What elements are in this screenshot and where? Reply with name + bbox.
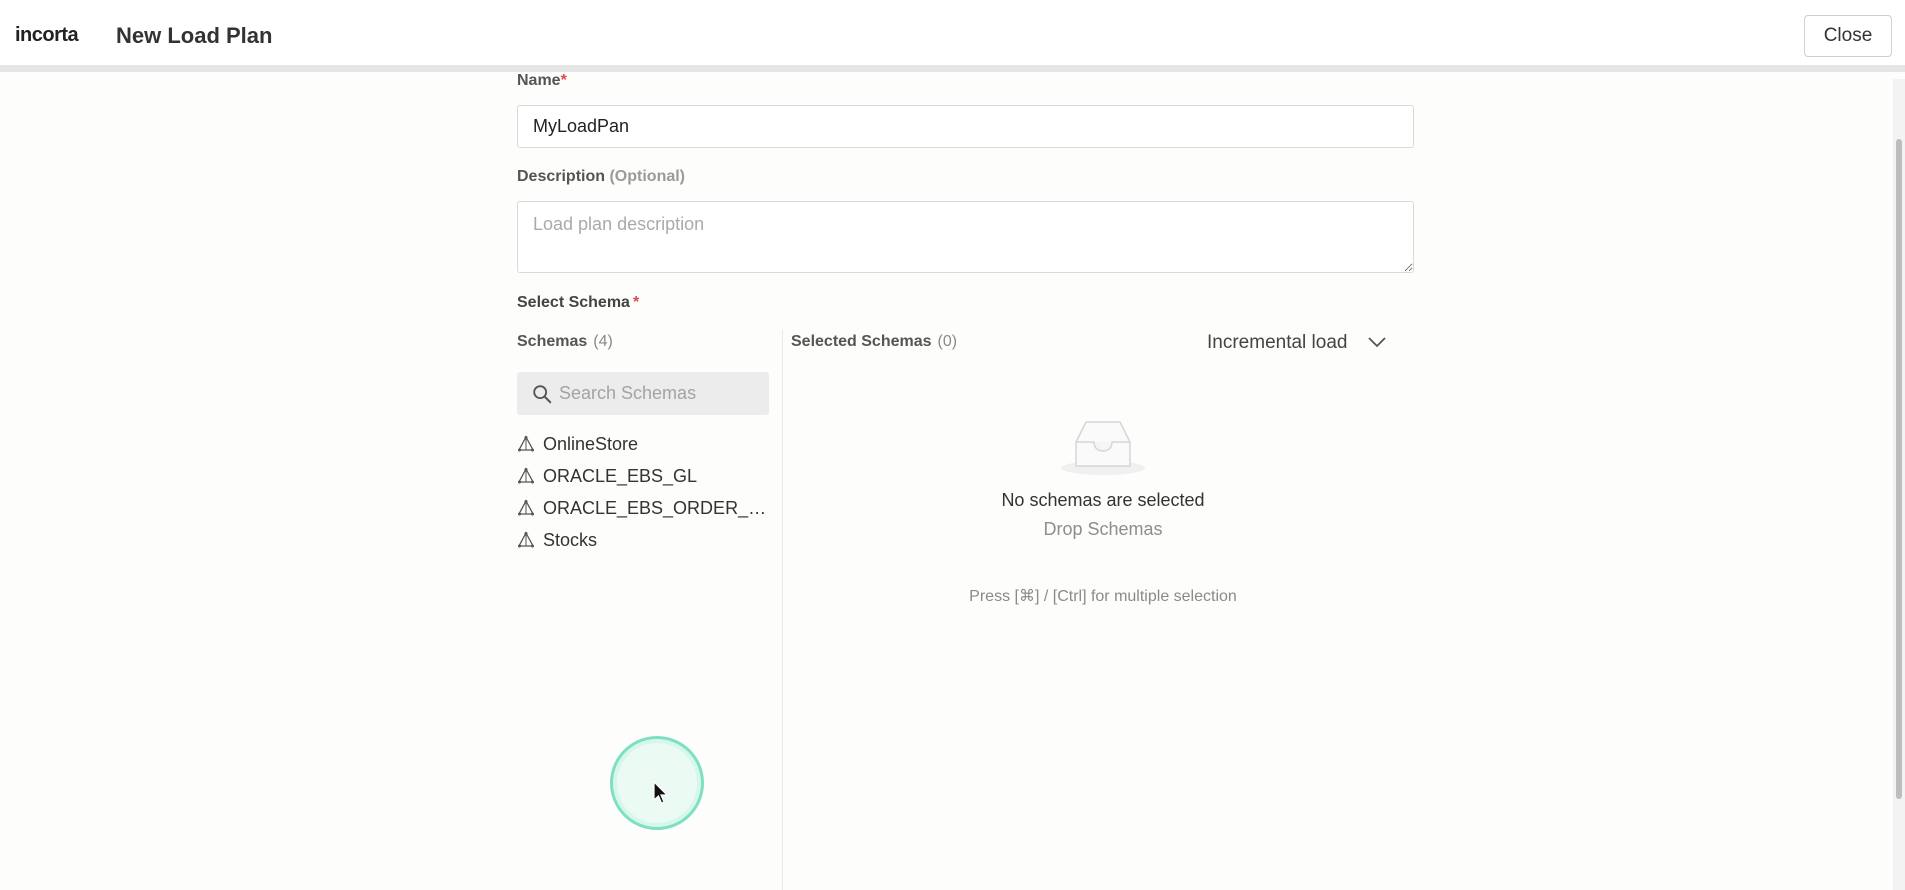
- schema-list-item[interactable]: Stocks: [517, 524, 777, 556]
- schema-name: Stocks: [543, 529, 598, 550]
- description-textarea[interactable]: [517, 201, 1414, 273]
- description-label-text: Description: [517, 168, 606, 185]
- schema-search-input[interactable]: [559, 372, 759, 415]
- empty-inbox-icon: [1061, 421, 1145, 475]
- schema-list: OnlineStore ORACLE_EBS_GL ORACLE_EBS_ORD…: [517, 428, 777, 556]
- name-input[interactable]: [517, 105, 1414, 148]
- schema-search-box[interactable]: [517, 372, 769, 415]
- optional-tag: (Optional): [609, 168, 686, 185]
- top-bar: incorta New Load Plan Close: [0, 0, 1905, 72]
- load-type-dropdown[interactable]: Incremental load: [1207, 328, 1397, 358]
- search-icon: [533, 385, 552, 404]
- schema-icon: [517, 467, 535, 484]
- incorta-logo: incorta: [15, 24, 79, 46]
- schema-icon: [517, 499, 535, 516]
- name-label-text: Name: [517, 72, 561, 86]
- selected-schemas-title: Selected Schemas: [791, 333, 932, 350]
- close-button[interactable]: Close: [1804, 15, 1892, 57]
- schema-icon: [517, 435, 535, 452]
- schema-list-item[interactable]: ORACLE_EBS_ORDER_MA...: [517, 492, 777, 524]
- required-mark: *: [632, 294, 640, 311]
- schemas-count: (4): [593, 333, 613, 350]
- multi-select-hint: Press [⌘] / [Ctrl] for multiple selectio…: [969, 588, 1237, 605]
- chevron-down-icon: [1368, 337, 1386, 348]
- selected-schemas-header: Selected Schemas (0): [791, 333, 957, 351]
- schema-name: ORACLE_EBS_ORDER_MA...: [543, 497, 775, 518]
- description-label: Description (Optional): [517, 168, 685, 186]
- schema-icon: [517, 531, 535, 548]
- select-schema-label: Select Schema *: [517, 294, 639, 312]
- vertical-scrollbar[interactable]: [1893, 79, 1905, 890]
- schemas-title: Schemas: [517, 333, 588, 350]
- selected-schemas-count: (0): [937, 333, 958, 350]
- scrollbar-thumb[interactable]: [1896, 139, 1902, 799]
- page-title: New Load Plan: [116, 23, 273, 48]
- load-type-value: Incremental load: [1207, 332, 1348, 353]
- schema-list-item[interactable]: OnlineStore: [517, 428, 777, 460]
- mouse-pointer-icon: [653, 781, 669, 804]
- empty-state-title: No schemas are selected: [1001, 490, 1205, 510]
- select-schema-label-text: Select Schema: [517, 294, 630, 311]
- name-label: Name*: [517, 72, 567, 86]
- schema-name: ORACLE_EBS_GL: [543, 465, 698, 486]
- schemas-header: Schemas (4): [517, 333, 613, 351]
- schema-list-item[interactable]: ORACLE_EBS_GL: [517, 460, 777, 492]
- panel-divider: [782, 330, 783, 890]
- required-mark: *: [560, 72, 567, 86]
- drop-schemas-text: Drop Schemas: [1043, 519, 1163, 539]
- schema-name: OnlineStore: [543, 433, 639, 454]
